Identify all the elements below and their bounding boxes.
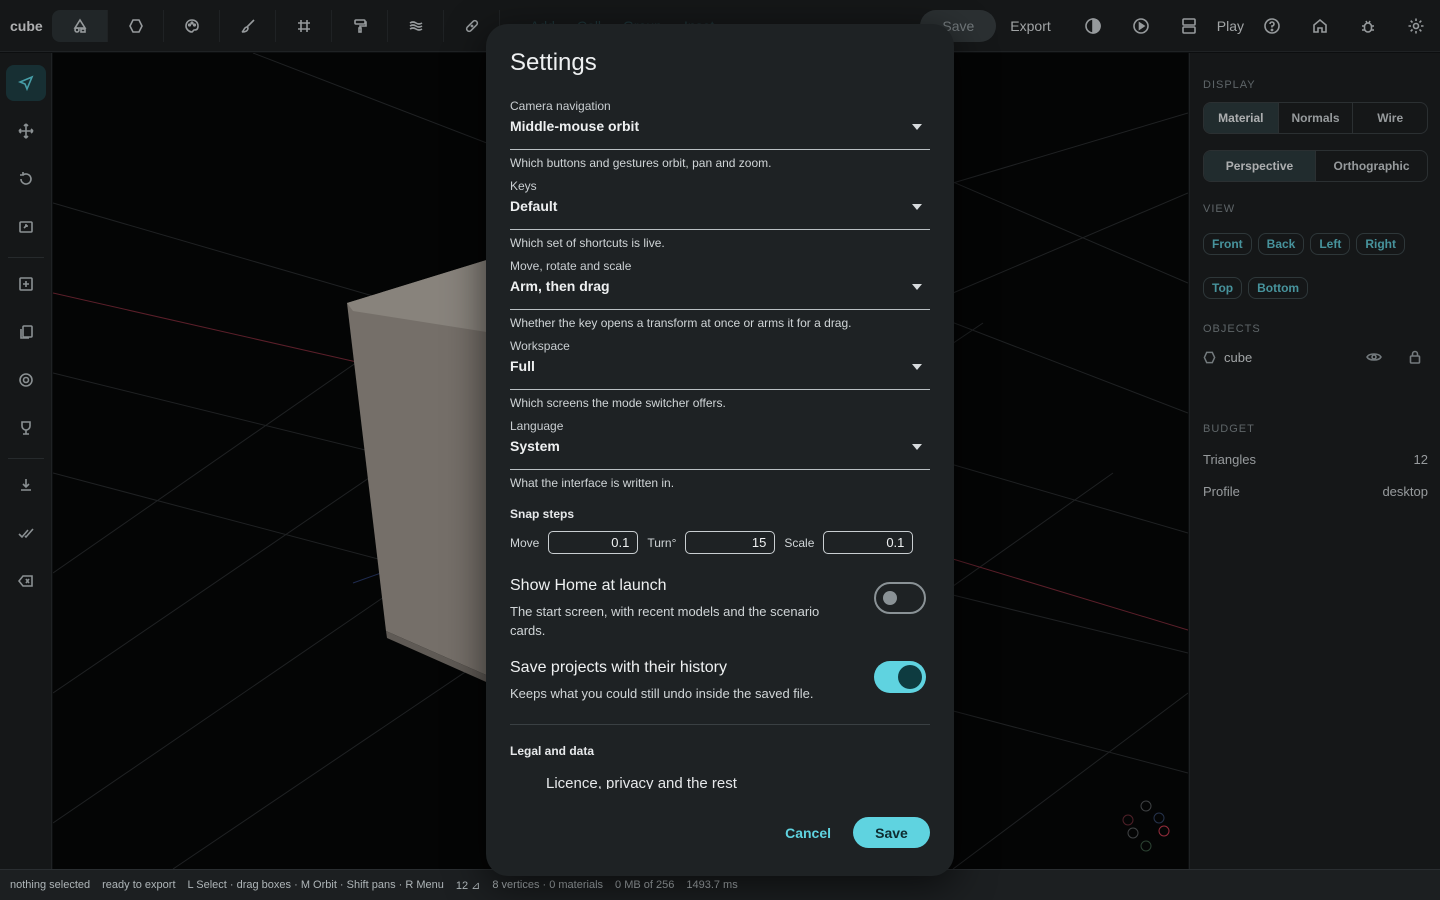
field-hint: Whether the key opens a transform at onc… bbox=[510, 316, 852, 330]
chevron-down-icon bbox=[912, 204, 922, 210]
snap-scale-input[interactable]: 0.1 bbox=[823, 531, 914, 554]
snap-scale-label: Scale bbox=[784, 535, 815, 550]
camera-navigation-select[interactable]: Middle-mouse orbit bbox=[510, 118, 930, 150]
snap-move-input[interactable]: 0.1 bbox=[548, 531, 639, 554]
settings-dialog: Settings Camera navigation Middle-mouse … bbox=[486, 24, 954, 876]
field-label: Language bbox=[510, 419, 564, 433]
dialog-title: Settings bbox=[510, 49, 597, 76]
chevron-down-icon bbox=[912, 284, 922, 290]
toggle-knob bbox=[883, 591, 897, 605]
field-label: Workspace bbox=[510, 339, 570, 353]
transform-mode-field: Move, rotate and scale Arm, then drag Wh… bbox=[510, 259, 930, 330]
field-label: Camera navigation bbox=[510, 99, 611, 113]
field-label: Keys bbox=[510, 179, 537, 193]
legal-link[interactable]: Licence, privacy and the rest bbox=[546, 775, 737, 789]
legal-heading: Legal and data bbox=[510, 744, 595, 758]
chevron-down-icon bbox=[912, 444, 922, 450]
input-hints: L Select · drag boxes · M Orbit · Shift … bbox=[187, 879, 444, 891]
snap-steps-heading: Snap steps bbox=[510, 507, 575, 521]
select-value: Default bbox=[510, 198, 558, 214]
section-divider bbox=[510, 724, 930, 725]
field-hint: Which screens the mode switcher offers. bbox=[510, 396, 726, 410]
snap-steps-row: Move 0.1 Turn° 15 Scale 0.1 bbox=[510, 531, 930, 554]
toggle-title: Save projects with their history bbox=[510, 659, 727, 676]
show-home-setting: Show Home at launch The start screen, wi… bbox=[510, 577, 930, 640]
frame-time: 1493.7 ms bbox=[686, 879, 738, 891]
show-home-toggle[interactable] bbox=[874, 582, 926, 614]
toggle-title: Show Home at launch bbox=[510, 577, 667, 594]
toggle-description: Keeps what you could still undo inside t… bbox=[510, 686, 814, 701]
language-select[interactable]: System bbox=[510, 438, 930, 470]
workspace-select[interactable]: Full bbox=[510, 358, 930, 390]
snap-move-label: Move bbox=[510, 535, 540, 550]
keys-field: Keys Default Which set of shortcuts is l… bbox=[510, 179, 930, 250]
workspace-field: Workspace Full Which screens the mode sw… bbox=[510, 339, 930, 410]
snap-turn-label: Turn° bbox=[647, 535, 677, 550]
cancel-button[interactable]: Cancel bbox=[785, 825, 831, 841]
select-value: Full bbox=[510, 358, 535, 374]
keys-select[interactable]: Default bbox=[510, 198, 930, 230]
field-hint: Which set of shortcuts is live. bbox=[510, 236, 665, 250]
save-button[interactable]: Save bbox=[853, 817, 930, 848]
select-value: Middle-mouse orbit bbox=[510, 118, 640, 134]
save-history-toggle[interactable] bbox=[874, 661, 926, 693]
save-history-setting: Save projects with their history Keeps w… bbox=[510, 659, 930, 703]
field-hint: Which buttons and gestures orbit, pan an… bbox=[510, 156, 772, 170]
select-value: System bbox=[510, 438, 560, 454]
selection-status: nothing selected bbox=[10, 879, 91, 891]
chevron-down-icon bbox=[912, 364, 922, 370]
dialog-actions: Cancel Save bbox=[785, 817, 930, 848]
field-hint: What the interface is written in. bbox=[510, 476, 675, 490]
transform-mode-select[interactable]: Arm, then drag bbox=[510, 278, 930, 310]
memory-usage: 0 MB of 256 bbox=[615, 879, 675, 891]
mesh-counts: 8 vertices · 0 materials bbox=[492, 879, 604, 891]
field-label: Move, rotate and scale bbox=[510, 259, 632, 273]
toggle-description: The start screen, with recent models and… bbox=[510, 604, 820, 638]
snap-turn-input[interactable]: 15 bbox=[685, 531, 776, 554]
export-status: ready to export bbox=[102, 879, 176, 891]
toggle-knob bbox=[898, 665, 922, 689]
triangle-count: 12 ⊿ bbox=[455, 879, 481, 892]
camera-navigation-field: Camera navigation Middle-mouse orbit Whi… bbox=[510, 99, 930, 170]
select-value: Arm, then drag bbox=[510, 278, 610, 294]
chevron-down-icon bbox=[912, 124, 922, 130]
language-field: Language System What the interface is wr… bbox=[510, 419, 930, 490]
